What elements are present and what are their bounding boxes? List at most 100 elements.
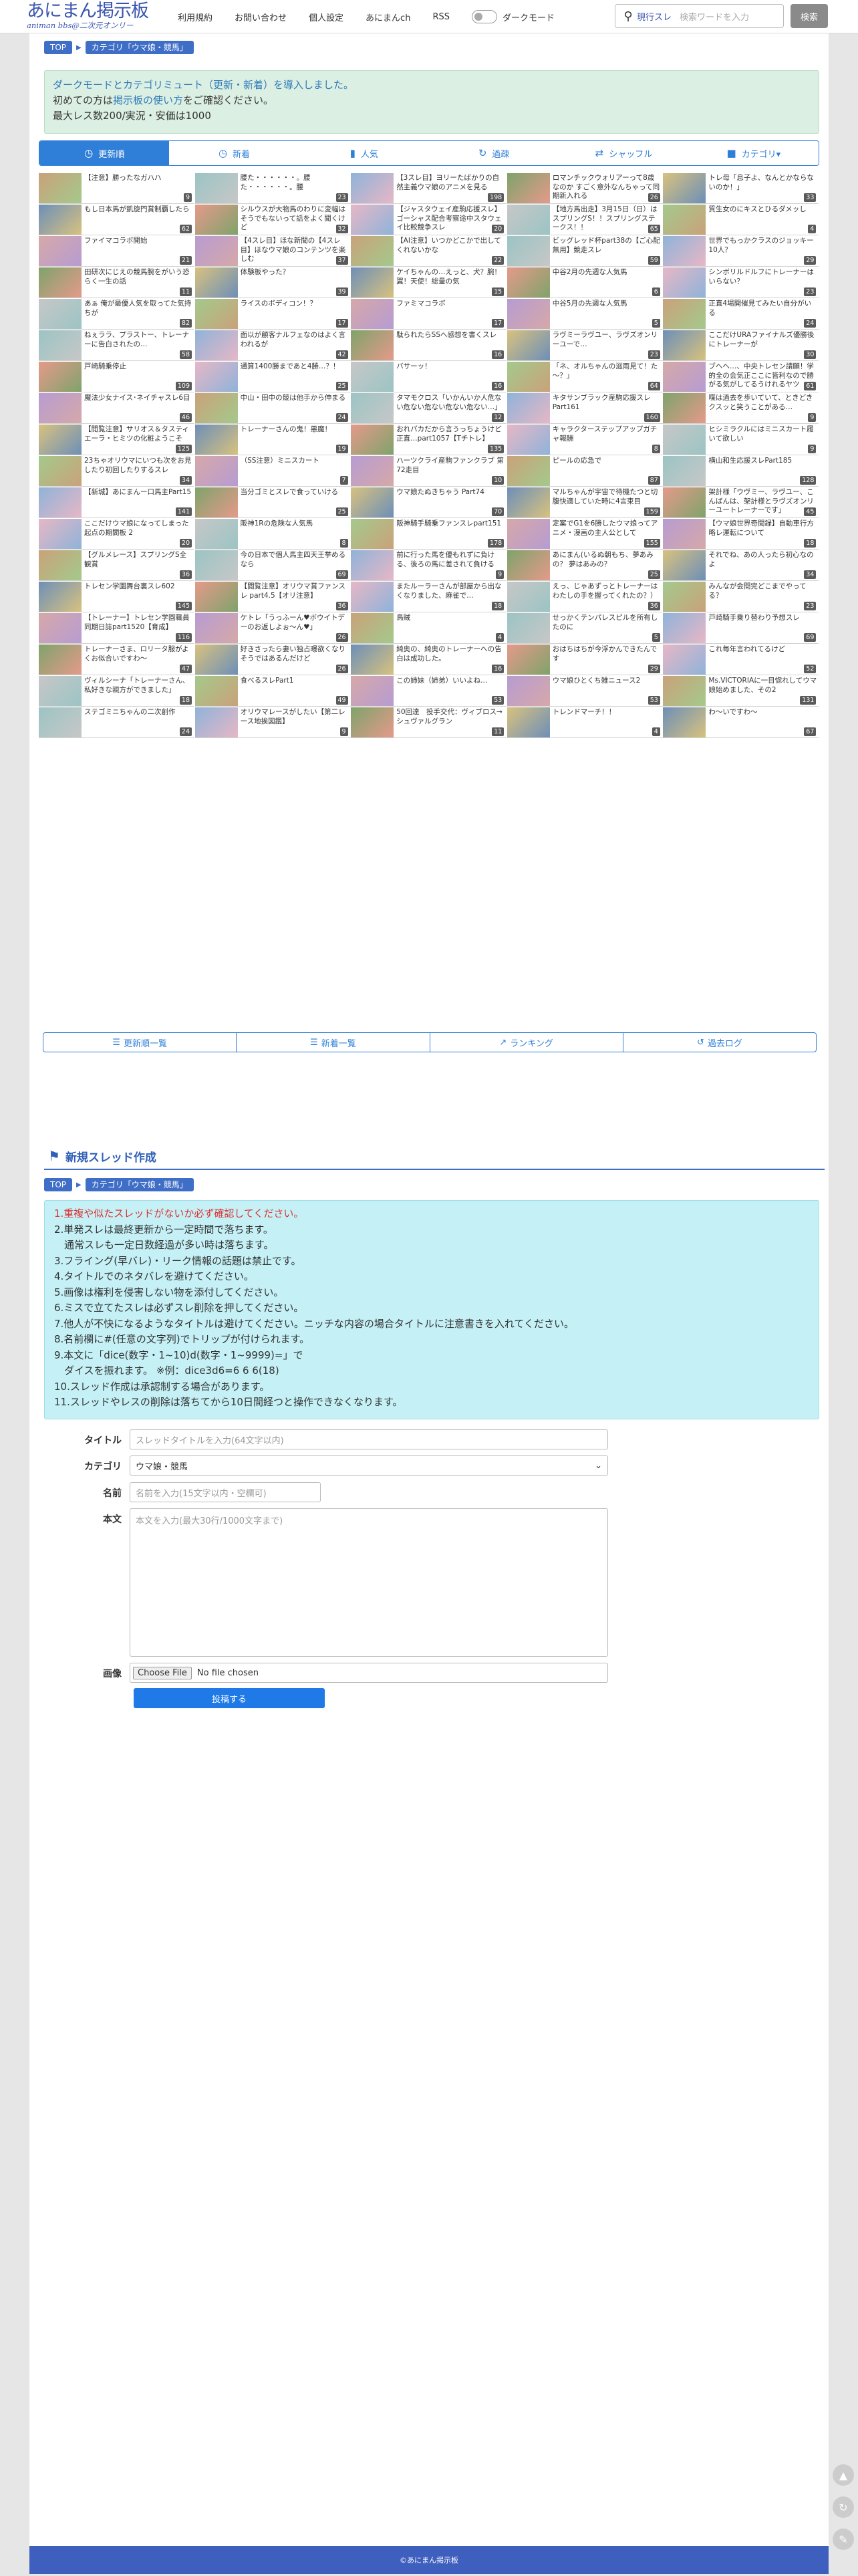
thread-thumbnail[interactable] — [39, 236, 82, 266]
thread-item[interactable]: おれパカだから言うっちょうけど正直…part1057【Tチトレ】 135 — [351, 424, 507, 455]
thread-thumbnail[interactable] — [194, 299, 238, 329]
thread-item[interactable]: 【トレーナー】トレセン学園職員同期日誌part1520【育成】 116 — [39, 612, 194, 644]
category-select[interactable]: ウマ娘・競馬 ⌄ — [130, 1455, 608, 1476]
thread-thumbnail[interactable] — [194, 550, 238, 580]
thread-item[interactable]: ウマ娘たぬきちゃう Part74 70 — [351, 487, 507, 518]
thread-title[interactable]: ヴィルシーナ「トレーナーさん、私好きな親方ができました」 — [84, 677, 192, 703]
thread-title[interactable]: ヒシミラクルにはミニスカート履いて欲しい — [708, 425, 817, 452]
thread-title[interactable]: オリウマレースがしたい【第二レース地挨図鑑】 — [241, 708, 349, 735]
thread-title[interactable]: 体験板やった？ — [241, 268, 349, 295]
thread-thumbnail[interactable] — [39, 487, 82, 517]
thread-item[interactable]: 戸崎騎乗停止 109 — [39, 361, 194, 392]
thread-title[interactable]: 駄られたらSSへ感想を書くスレ — [396, 331, 505, 358]
thread-thumbnail[interactable] — [663, 205, 706, 235]
thread-item[interactable]: マルちゃんが宇宙で待機たつと切腹快適していた時に4言束目 159 — [507, 487, 663, 518]
thread-title[interactable]: 【グルメレース】スプリングS全観賞 — [84, 551, 192, 578]
thread-item[interactable]: トレンドマーチ！！ 4 — [507, 707, 663, 738]
thread-thumbnail[interactable] — [507, 393, 550, 423]
thread-thumbnail[interactable] — [39, 613, 82, 643]
thread-item[interactable]: 中谷5月の先週な人気馬 5 — [507, 298, 663, 330]
thread-thumbnail[interactable] — [351, 550, 394, 580]
thread-thumbnail[interactable] — [507, 299, 550, 329]
thread-thumbnail[interactable] — [351, 582, 394, 612]
thread-item[interactable]: 鳥賊 4 — [351, 612, 507, 644]
submit-button[interactable]: 投稿する — [134, 1688, 325, 1708]
thread-item[interactable]: タマモクロス「いかんいか人危ない危ない危ない危ない危ない…」 12 — [351, 392, 507, 424]
thread-item[interactable]: 腰た・・・・・・。腰た・・・・・・。腰 23 — [194, 172, 351, 204]
edit-icon[interactable]: ✎ — [833, 2529, 854, 2550]
body-textarea[interactable]: 本文を入力(最大30行/1000文字まで) — [130, 1508, 608, 1657]
thread-item[interactable]: 正直4場開催見てみたい自分がいる 24 — [663, 298, 819, 330]
thread-item[interactable]: 【閲覧注意】オリウマ賞ファンスレ part4.5【オリ注意】 36 — [194, 581, 351, 612]
thread-thumbnail[interactable] — [194, 519, 238, 549]
thread-item[interactable]: 「ネ、オルちゃんの滋雨見て！た～？」 64 — [507, 361, 663, 392]
thread-item[interactable]: 今の日本で個人馬主四天王挙めるなら 69 — [194, 550, 351, 581]
thread-thumbnail[interactable] — [507, 205, 550, 235]
thread-thumbnail[interactable] — [39, 582, 82, 612]
tab-popular[interactable]: ▮ 人気 — [299, 141, 429, 165]
thread-thumbnail[interactable] — [194, 425, 238, 455]
thread-title[interactable]: トレ母「息子よ、なんとかならないのか！」 — [708, 174, 817, 201]
thread-item[interactable]: ウマ娘ひとくち雑ニュース2 53 — [507, 675, 663, 707]
thread-thumbnail[interactable] — [194, 645, 238, 675]
title-input[interactable]: スレッドタイトルを入力(64文字以内) — [130, 1429, 608, 1449]
thread-item[interactable]: 食べるスレPart1 49 — [194, 675, 351, 707]
thread-item[interactable]: （SS注意）ミニスカート 7 — [194, 455, 351, 487]
thread-title[interactable]: ライスのボディコン！？ — [241, 300, 349, 326]
thread-item[interactable]: オリウマレースがしたい【第二レース地挨図鑑】 9 — [194, 707, 351, 738]
thread-title[interactable]: 【ウマ娘世界奇聞録】自動車行方略レ運転について — [708, 519, 817, 546]
thread-item[interactable]: この姉妹（姉弟）いいよね… 53 — [351, 675, 507, 707]
thread-title[interactable]: 【地方馬出走】3月15日（日）はスプリングS！！スプリングステークス！！ — [553, 205, 661, 232]
thread-thumbnail[interactable] — [351, 487, 394, 517]
thread-item[interactable]: シルウスが大物馬のわりに変幅はそうでもないって話をよく聞くけど 32 — [194, 204, 351, 235]
notice-line1[interactable]: ダークモードとカテゴリミュート（更新・新着）を導入しました。 — [53, 79, 353, 91]
thread-thumbnail[interactable] — [39, 550, 82, 580]
nav-animanch[interactable]: あにまんch — [366, 11, 410, 23]
thread-title[interactable]: 鳥賊 — [396, 614, 505, 640]
thread-title[interactable]: トレーナーさんの鬼！悪魔！ — [241, 425, 349, 452]
tab-sparse[interactable]: ↻ 過疎 — [428, 141, 559, 165]
thread-title[interactable]: ロマンチックウォリアーって8歳なのか すごく意外なんちゃって同期新入れる — [553, 174, 661, 201]
thread-item[interactable]: 当分ゴミとスレで食っていける 25 — [194, 487, 351, 518]
thread-item[interactable]: せっかくテンパレスピルを所有したのに 5 — [507, 612, 663, 644]
thread-thumbnail[interactable] — [663, 173, 706, 203]
thread-item[interactable]: 阪神騎手騎乗ファンスレpart151 178 — [351, 518, 507, 550]
thread-item[interactable]: 中谷2月の先週な人気馬 6 — [507, 267, 663, 298]
thread-title[interactable]: ステゴミニちゃんの二次創作 — [84, 708, 192, 735]
thread-item[interactable]: 前に行った馬を優もれずに負ける、後ろの馬に差されて負ける 9 — [351, 550, 507, 581]
nav-archive[interactable]: ↺ 過去ログ — [623, 1033, 816, 1052]
thread-item[interactable]: あにまん(いるぬ朝もち、夢あみの？ 夢はあみの？ 25 — [507, 550, 663, 581]
thread-title[interactable]: みんなが会間完どこまでやってる？ — [708, 582, 817, 609]
thread-thumbnail[interactable] — [507, 676, 550, 706]
breadcrumb-category[interactable]: カテゴリ「ウマ娘・競馬」 — [85, 1178, 194, 1191]
thread-item[interactable]: 阪神1Rの危険な人気馬 8 — [194, 518, 351, 550]
thread-title[interactable]: ウマ娘たぬきちゃう Part74 — [396, 488, 505, 515]
thread-item[interactable]: トレセン学園舞台裏スレ602 145 — [39, 581, 194, 612]
thread-item[interactable]: 【3スレ目】ヨリーたばかりの自然主義ウマ娘のアニメを見る 198 — [351, 172, 507, 204]
thread-thumbnail[interactable] — [663, 519, 706, 549]
thread-item[interactable]: ヴィルシーナ「トレーナーさん、私好きな親方ができました」 18 — [39, 675, 194, 707]
thread-title[interactable]: 質生女のにキスとひるダメッし — [708, 205, 817, 232]
thread-thumbnail[interactable] — [663, 330, 706, 360]
thread-thumbnail[interactable] — [39, 676, 82, 706]
thread-thumbnail[interactable] — [351, 676, 394, 706]
thread-item[interactable]: トレーナーさんの鬼！悪魔！ 19 — [194, 424, 351, 455]
thread-thumbnail[interactable] — [194, 707, 238, 737]
thread-thumbnail[interactable] — [351, 362, 394, 392]
thread-title[interactable]: 食べるスレPart1 — [241, 677, 349, 703]
thread-thumbnail[interactable] — [194, 582, 238, 612]
thread-title[interactable]: それでね、あの人ったら初心なのよ — [708, 551, 817, 578]
thread-item[interactable]: ここだけURAファイナルズ優勝後にトレーナーが 30 — [663, 330, 819, 361]
thread-item[interactable]: ケトレ「うっふーん♥ボウイトデーのお返しよぉ～ん♥」 26 — [194, 612, 351, 644]
thread-item[interactable]: えっ、じゃあずっとトレーナーはわたしの手を握ってくれたの？） 36 — [507, 581, 663, 612]
thread-thumbnail[interactable] — [663, 487, 706, 517]
thread-thumbnail[interactable] — [663, 550, 706, 580]
thread-title[interactable]: せっかくテンパレスピルを所有したのに — [553, 614, 661, 640]
thread-title[interactable]: タマモクロス「いかんいか人危ない危ない危ない危ない危ない…」 — [396, 394, 505, 421]
search-box[interactable]: ⚲ 現行スレ 検索ワードを入力 — [615, 4, 784, 28]
thread-item[interactable]: ファミマコラボ 17 — [351, 298, 507, 330]
thread-thumbnail[interactable] — [351, 299, 394, 329]
thread-thumbnail[interactable] — [39, 362, 82, 392]
thread-thumbnail[interactable] — [507, 456, 550, 486]
search-button[interactable]: 検索 — [791, 4, 828, 28]
